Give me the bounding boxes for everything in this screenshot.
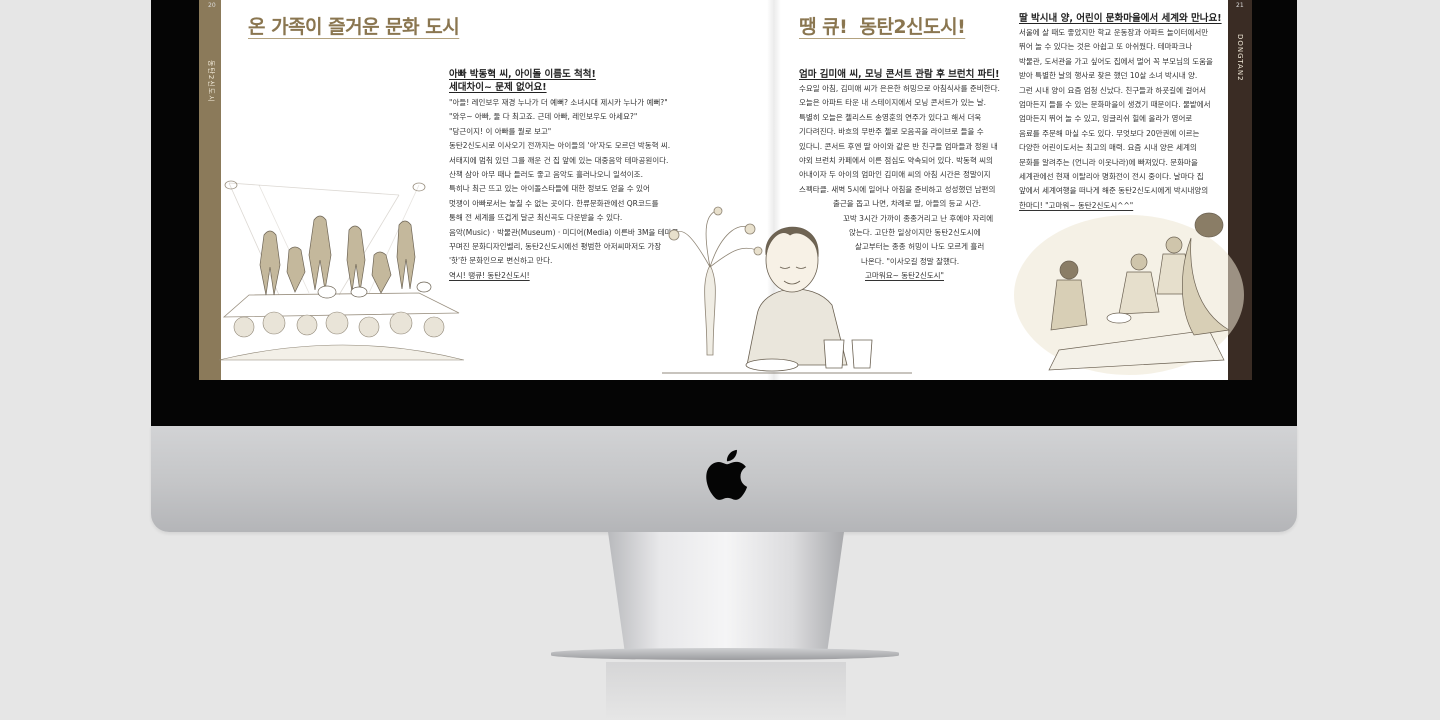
mom-heading: 엄마 김미애 씨, 모닝 콘서트 관람 후 브런치 파티! xyxy=(799,69,1000,80)
daughter-body-line: 엄마든지 뛰어 놀 수 있고, 잉글리쉬 힐에 올라가 영어로 xyxy=(1019,114,1193,124)
dad-body-line: 꾸며진 문화디자인벨리, 동탄2신도시에선 평범한 아저씨마저도 가장 xyxy=(449,242,662,252)
dad-body-line: "당근이지! 이 아빠를 뭘로 보고" xyxy=(449,126,552,136)
right-page-title: 땡 큐! 동탄2신도시! xyxy=(799,16,966,38)
dad-body-line: 서태지에 멈춰 있던 그를 깨운 건 집 앞에 있는 대중음악 테마공원이다. xyxy=(449,155,669,165)
dad-body-line: 통해 전 세계를 뜨겁게 달군 최신곡도 다운받을 수 있다. xyxy=(449,213,623,223)
dad-body-line: "아들! 레인보우 재경 누나가 더 예뻐? 소녀시대 제시카 누나가 예뻐?" xyxy=(449,98,668,107)
dad-heading-line-1: 아빠 박동혁 씨, 아이돌 이름도 척척! xyxy=(449,69,596,80)
mom-body-line: 특별히 오늘은 첼리스트 송영훈의 연주가 있다고 해서 더욱 xyxy=(799,112,982,122)
dad-body-line: 산책 삼아 아무 때나 들러도 좋고 음악도 흘러나오니 일석이조. xyxy=(449,170,643,180)
apple-logo-icon xyxy=(706,449,748,500)
mom-brunch-illustration xyxy=(662,206,912,374)
daughter-article: 딸 박시내 양, 어린이 문화마을에서 세계와 만나요! 서울에 살 때도 좋았… xyxy=(1019,12,1222,213)
mom-body-line: 있다니. 콘서트 후엔 딸 아이와 같은 반 친구들 엄마들과 정원 내 xyxy=(799,141,998,151)
mom-body-line: 야외 브런치 카페에서 이른 점심도 약속되어 있다. 박동혁 씨의 xyxy=(799,156,993,166)
dad-heading-line-2: 세대차이~ 문제 없어요! xyxy=(449,82,547,93)
mom-body-line: 아내이자 두 아이의 엄마인 김미애 씨의 아침 시간은 정말이지 xyxy=(799,170,991,180)
page-number-left: 20 xyxy=(208,2,216,9)
family-picnic-illustration xyxy=(1014,212,1244,375)
dad-body-line: 특히나 최근 뜨고 있는 아이돌스타들에 대한 정보도 얻을 수 있어 xyxy=(449,184,650,194)
dad-body-line: 음악(Music) · 박물관(Museum) · 미디어(Media) 이른바… xyxy=(449,227,679,237)
dad-closing-line: 역시! 땡큐! 동탄2신도시! xyxy=(449,270,530,280)
daughter-body-line: 서울에 살 때도 좋았지만 학교 운동장과 아파트 놀이터에서만 xyxy=(1019,28,1209,37)
page-number-right: 21 xyxy=(1236,2,1244,9)
daughter-body-line: 엄마든지 들를 수 있는 문화마을이 생겼기 때문이다. 물밭에서 xyxy=(1019,100,1211,110)
monitor-stand-foot xyxy=(551,648,899,660)
mom-body-line: 수요일 아침, 김미애 씨가 은은한 허밍으로 아침식사를 준비한다. xyxy=(799,84,1000,93)
left-page-spine: 20 동탄2신도시 xyxy=(199,0,221,380)
daughter-body-line: 다양한 어린이도서는 최고의 매력. 요즘 시내 양은 세계의 xyxy=(1019,143,1197,153)
daughter-body-line: 세계관에선 현재 이탈리아 명화전이 전시 중이다. 날마다 집 xyxy=(1019,172,1204,182)
daughter-body-line: 앞에서 세계여행을 떠나게 해준 동탄2신도시에게 박시내양의 xyxy=(1019,186,1209,196)
daughter-body-line: 그런 시내 양이 요즘 엄청 신났다. 친구들과 하굣길에 걸어서 xyxy=(1019,85,1207,95)
concert-stage-illustration xyxy=(218,180,465,361)
dad-article: 아빠 박동혁 씨, 아이돌 이름도 척척! 세대차이~ 문제 없어요! "아들!… xyxy=(449,68,678,283)
mom-body-line: 스펙타클. 새벽 5시에 일어나 아침을 준비하고 성성했던 남편의 xyxy=(799,184,996,194)
daughter-body-line: 문화를 알려주는 (언니라 이웃나라)에 빠져있다. 문화마을 xyxy=(1019,157,1198,167)
monitor-stand-neck xyxy=(608,532,844,650)
mom-body-line: 오늘은 아파트 타운 내 스테이지에서 모닝 콘서트가 있는 날. xyxy=(799,98,987,108)
daughter-body-line: 박물관, 도서관을 가고 싶어도 집에서 멀어 꼭 부모님의 도움을 xyxy=(1019,56,1213,66)
dad-body-line: 동탄2신도시로 이사오기 전까지는 아이들의 '아'자도 모르던 박동혁 씨. xyxy=(449,141,671,151)
mom-body-line: 기다려진다. 바흐의 무반주 첼로 모음곡을 라이브로 들을 수 xyxy=(799,127,984,137)
daughter-body-line: 뛰어 놀 수 있다는 것은 아쉽고 또 아쉬웠다. 테마파크나 xyxy=(1019,42,1193,52)
daughter-heading: 딸 박시내 양, 어린이 문화마을에서 세계와 만나요! xyxy=(1019,13,1222,24)
daughter-body-line: 음료를 주문해 마실 수도 있다. 무엇보다 20만권에 이르는 xyxy=(1019,128,1200,138)
dad-body-line: 멋쟁이 아빠로서는 놓칠 수 없는 곳이다. 한류문화관에선 QR코드를 xyxy=(449,198,659,208)
screen-brochure-spread: 20 동탄2신도시 21 DONGTAN2 온 가족이 즐거운 문화 도시 땡 … xyxy=(199,0,1252,380)
dad-body-line: "와우~ 아빠, 둘 다 최고죠. 근데 아빠, 레인보우도 아세요?" xyxy=(449,112,638,122)
stand-reflection xyxy=(606,662,846,720)
daughter-body-line: 받아 특별한 날의 행사로 찾은 했던 10살 소녀 박시내 양. xyxy=(1019,71,1198,81)
side-label-right: DONGTAN2 xyxy=(1236,34,1244,82)
left-page-title: 온 가족이 즐거운 문화 도시 xyxy=(248,16,460,38)
side-label-left: 동탄2신도시 xyxy=(207,60,215,103)
dad-body-line: '핫'한 문화인으로 변신하고 만다. xyxy=(449,256,553,266)
